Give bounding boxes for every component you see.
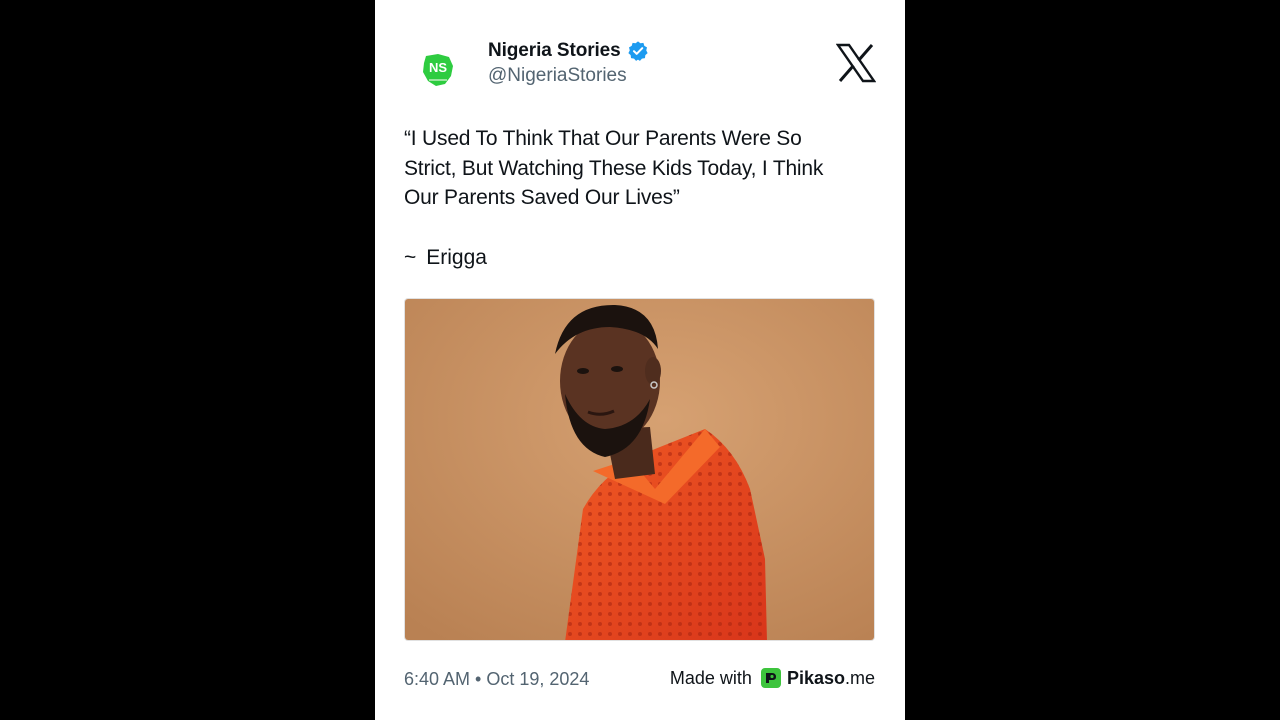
author-name-row: Nigeria Stories — [488, 38, 649, 64]
tweet-timestamp[interactable]: 6:40 AM • Oct 19, 2024 — [404, 669, 589, 690]
tweet-text: “I Used To Think That Our Parents Were S… — [404, 124, 874, 213]
tweet-text-line: “I Used To Think That Our Parents Were S… — [404, 127, 802, 150]
video-frame: NS Nigeria Stories @NigeriaStories “I Us… — [0, 0, 1280, 720]
portrait-photo — [405, 299, 874, 640]
quote-attribution: ~ Erigga — [404, 243, 487, 272]
pikaso-brand[interactable]: Pikaso.me — [760, 667, 875, 689]
author-avatar[interactable]: NS — [404, 36, 472, 104]
author-handle[interactable]: @NigeriaStories — [488, 65, 627, 87]
brand-tld: .me — [844, 667, 875, 688]
made-with-label: Made with — [669, 667, 752, 688]
nigeria-stories-logo-icon: NS — [423, 54, 453, 86]
x-logo-icon[interactable] — [836, 43, 876, 83]
verified-badge-icon — [627, 41, 648, 61]
brand-name: Pikaso — [786, 667, 845, 688]
attribution-name: Erigga — [426, 246, 487, 269]
author-name[interactable]: Nigeria Stories — [488, 40, 621, 62]
tweet-photo[interactable] — [404, 298, 875, 641]
attribution-tilde: ~ — [404, 246, 417, 269]
pikaso-logo-icon — [760, 668, 781, 688]
made-with-credit: Made with Pikaso.me — [670, 667, 875, 689]
tweet-text-line: Our Parents Saved Our Lives” — [404, 186, 680, 209]
svg-text:NS: NS — [429, 60, 447, 75]
tweet-text-line: Strict, But Watching These Kids Today, I… — [404, 156, 824, 180]
